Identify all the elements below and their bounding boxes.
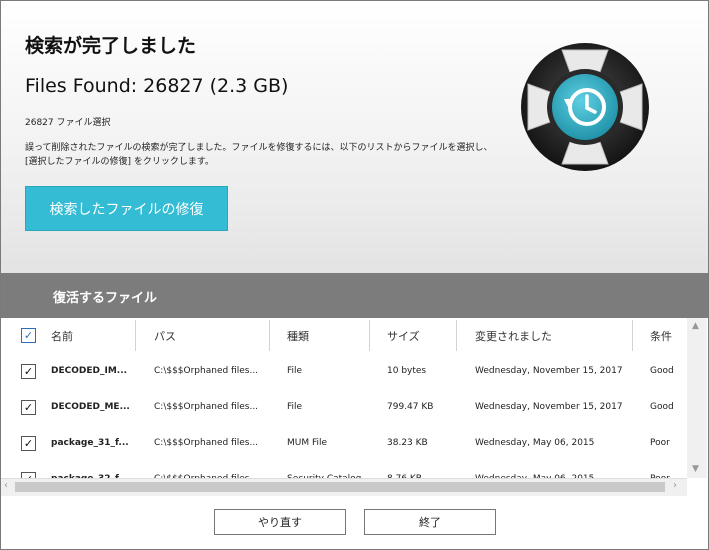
scroll-left-icon[interactable]: ‹ xyxy=(4,480,8,491)
row-checkbox[interactable]: ✓ xyxy=(21,364,36,379)
file-size: 8.76 KB xyxy=(387,461,453,478)
files-found-count: 26827 xyxy=(143,75,204,97)
scroll-right-icon[interactable]: › xyxy=(673,480,677,491)
column-divider[interactable] xyxy=(456,320,457,351)
file-name: DECODED_ME... xyxy=(51,402,130,412)
column-size[interactable]: サイズ xyxy=(387,318,452,353)
file-size: 10 bytes xyxy=(387,366,427,376)
horizontal-scroll-thumb[interactable] xyxy=(15,482,665,492)
file-condition: Good xyxy=(650,366,674,376)
file-condition: Good xyxy=(650,402,674,412)
file-path: C:\$$$Orphaned files... xyxy=(154,438,259,448)
select-all-checkbox[interactable]: ✓ xyxy=(21,328,36,343)
file-path: C:\$$$Orphaned files... xyxy=(154,402,259,412)
column-divider[interactable] xyxy=(269,320,270,351)
scroll-down-icon[interactable]: ▼ xyxy=(692,464,699,474)
selected-count: 26827 ファイル選択 xyxy=(25,118,111,128)
file-name: DECODED_IM... xyxy=(51,366,128,376)
header-panel: 検索が完了しました Files Found: 26827 (2.3 GB) 2682… xyxy=(1,1,708,273)
file-size: 799.47 KB xyxy=(387,402,434,412)
lifebuoy-clock-icon xyxy=(521,43,649,171)
column-modified[interactable]: 変更されました xyxy=(475,318,625,353)
file-modified: Wednesday, November 15, 2017 xyxy=(475,402,623,412)
file-modified: Wednesday, May 06, 2015 xyxy=(475,438,595,448)
exit-button[interactable]: 終了 xyxy=(364,509,496,535)
file-modified: Wednesday, May 06, 2015 xyxy=(475,461,631,478)
file-size: 38.23 KB xyxy=(387,438,428,448)
column-name[interactable]: 名前 xyxy=(51,318,131,353)
file-type: Security Catalog xyxy=(287,461,367,478)
column-divider[interactable] xyxy=(135,320,136,351)
section-bar: 復活するファイル xyxy=(1,273,708,318)
footer: やり直す 終了 xyxy=(1,496,708,549)
page-title: 検索が完了しました xyxy=(25,35,197,57)
table-row[interactable]: ✓ package_32_f... C:\$$$Orphaned files..… xyxy=(1,461,687,478)
file-name: package_31_f... xyxy=(51,438,129,448)
restore-selected-files-button[interactable]: 検索したファイルの修復 xyxy=(25,186,228,231)
table-row[interactable]: ✓ DECODED_IM... C:\$$$Orphaned files... … xyxy=(1,353,687,390)
instructions-text: 誤って削除されたファイルの検索が完了しました。ファイルを修復するには、以下のリス… xyxy=(25,143,493,167)
table-row[interactable]: ✓ package_31_f... C:\$$$Orphaned files..… xyxy=(1,425,687,462)
file-name: package_32_f... xyxy=(51,461,133,478)
column-type[interactable]: 種類 xyxy=(287,318,367,353)
section-title: 復活するファイル xyxy=(53,291,158,306)
table-row[interactable]: ✓ DECODED_ME... C:\$$$Orphaned files... … xyxy=(1,389,687,426)
scroll-up-icon[interactable]: ▲ xyxy=(692,321,699,331)
table-header-row: ✓ 名前 パス 種類 サイズ 変更されました 条件 xyxy=(1,318,687,354)
vertical-scrollbar[interactable]: ▲ ▼ xyxy=(687,318,707,478)
file-path: C:\$$$Orphaned files... xyxy=(154,366,259,376)
horizontal-scrollbar[interactable]: ‹ › xyxy=(1,478,687,496)
app-window: 検索が完了しました Files Found: 26827 (2.3 GB) 2682… xyxy=(0,0,709,550)
row-checkbox[interactable]: ✓ xyxy=(21,436,36,451)
column-condition[interactable]: 条件 xyxy=(650,318,686,353)
retry-button[interactable]: やり直す xyxy=(214,509,346,535)
column-divider[interactable] xyxy=(632,320,633,351)
files-found-label: Files Found: xyxy=(25,75,138,97)
file-condition: Poor xyxy=(650,461,686,478)
file-type: File xyxy=(287,402,303,412)
file-modified: Wednesday, November 15, 2017 xyxy=(475,366,623,376)
file-table: ✓ 名前 パス 種類 サイズ 変更されました 条件 ✓ DECODED_IM..… xyxy=(1,318,687,478)
file-type: File xyxy=(287,366,303,376)
row-checkbox[interactable]: ✓ xyxy=(21,400,36,415)
files-found-summary: Files Found: 26827 (2.3 GB) xyxy=(25,75,288,97)
files-found-size: (2.3 GB) xyxy=(209,75,289,97)
file-condition: Poor xyxy=(650,438,670,448)
file-path: C:\$$$Orphaned files... xyxy=(154,461,266,478)
file-type: MUM File xyxy=(287,438,328,448)
column-divider[interactable] xyxy=(369,320,370,351)
column-path[interactable]: パス xyxy=(154,318,264,353)
